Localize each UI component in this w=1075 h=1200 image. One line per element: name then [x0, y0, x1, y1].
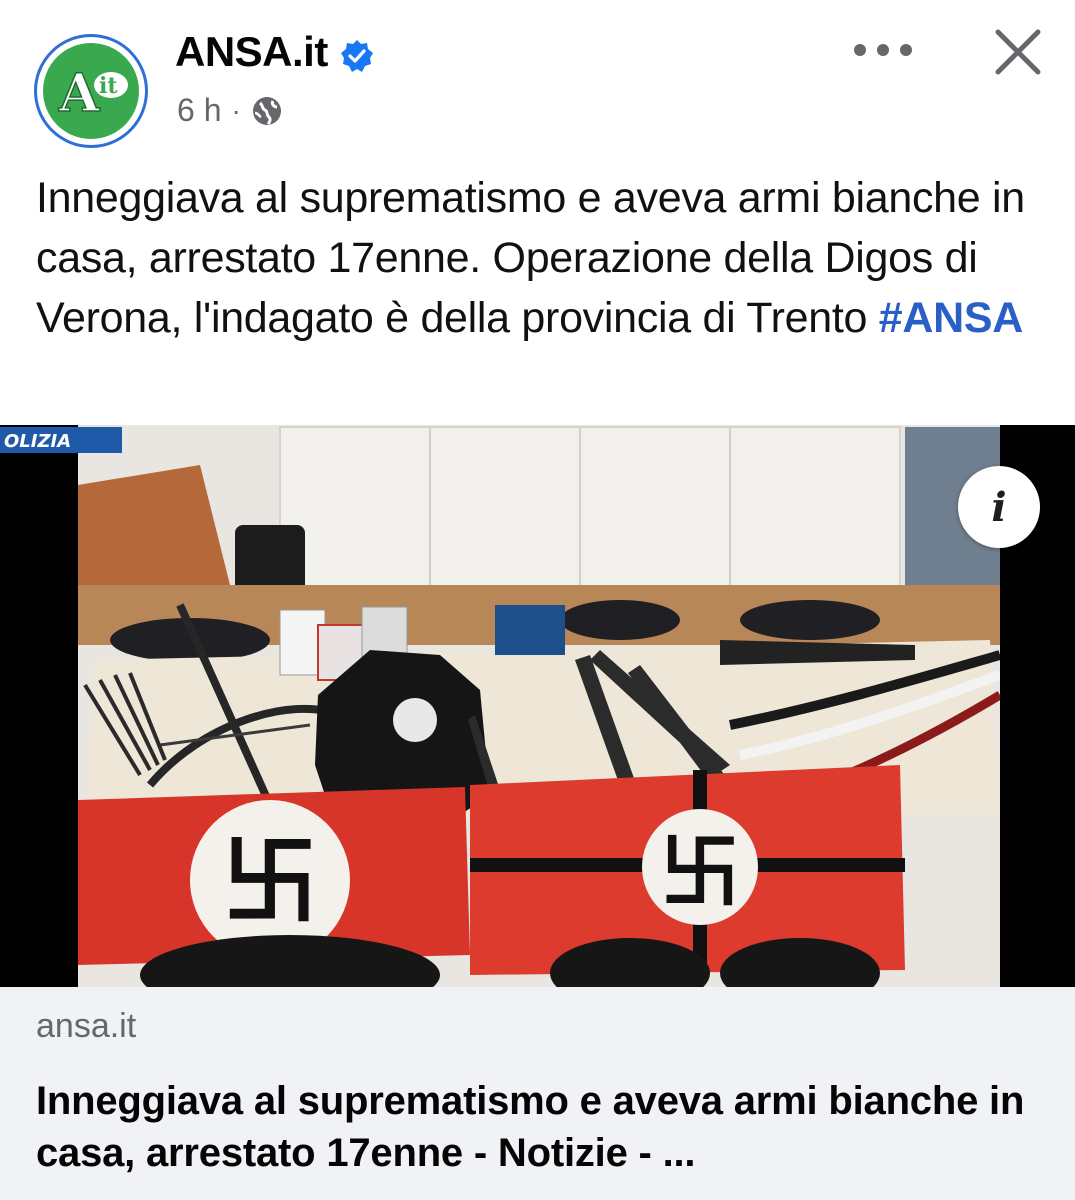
post-meta: 6 h · — [177, 92, 283, 129]
svg-text:卐: 卐 — [660, 826, 740, 919]
info-button[interactable]: i — [958, 466, 1040, 548]
facebook-post: A it ANSA.it 6 h · Inneggiava al suprema… — [0, 0, 1075, 1200]
post-timestamp[interactable]: 6 h — [177, 92, 221, 129]
page-avatar[interactable]: A it — [34, 34, 148, 148]
svg-text:it: it — [99, 73, 118, 99]
caption-text: Inneggiava al suprematismo e aveva armi … — [36, 174, 1025, 342]
ansa-logo-icon: A it — [39, 39, 143, 143]
verified-badge-icon — [340, 35, 374, 72]
post-image[interactable]: 卐 卐 OLIZIA — [0, 425, 1075, 987]
link-preview[interactable]: ansa.it Inneggiava al suprematismo e ave… — [0, 987, 1075, 1200]
globe-icon — [251, 95, 283, 127]
more-options-button[interactable] — [848, 30, 918, 70]
info-icon: i — [991, 483, 1007, 531]
page-name: ANSA.it — [175, 28, 328, 75]
page-name-link[interactable]: ANSA.it — [175, 28, 374, 76]
hashtag-link[interactable]: #ANSA — [879, 294, 1024, 342]
svg-text:卐: 卐 — [222, 826, 318, 938]
post-caption: Inneggiava al suprematismo e aveva armi … — [36, 168, 1046, 348]
more-options-icon — [854, 44, 912, 56]
meta-separator: · — [231, 94, 241, 126]
post-header: A it ANSA.it 6 h · — [0, 0, 1075, 150]
link-domain: ansa.it — [36, 1007, 137, 1045]
svg-text:A: A — [58, 63, 100, 124]
close-icon — [995, 29, 1041, 75]
close-button[interactable] — [988, 22, 1048, 82]
police-watermark: OLIZIA — [4, 431, 71, 452]
evidence-photo: 卐 卐 OLIZIA — [0, 425, 1075, 987]
link-title: Inneggiava al suprematismo e aveva armi … — [36, 1079, 1025, 1175]
